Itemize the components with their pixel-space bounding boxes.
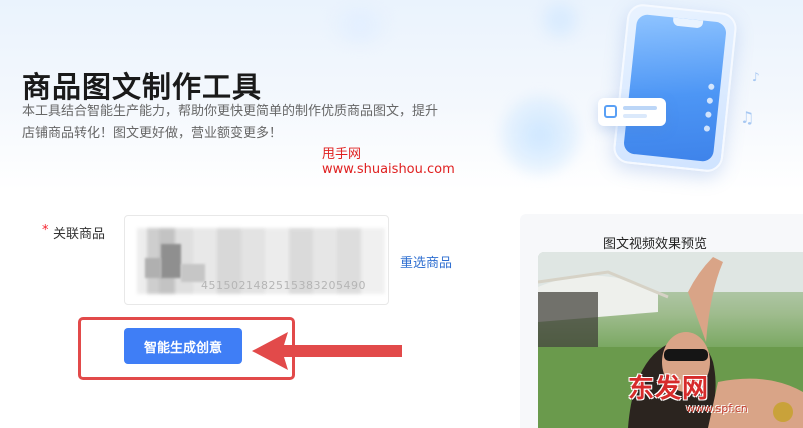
required-mark: * [42,223,49,238]
phone-illustration [611,2,739,174]
floating-product-card [598,98,666,126]
product-id: 4515021482515383205490 [201,279,366,292]
decorative-glow [540,0,580,40]
annotation-arrow-icon [252,332,402,370]
music-note-icon: ♫ [740,108,755,127]
phone-notch [672,17,704,29]
card-line [623,114,647,118]
phone-screen [622,13,728,163]
preview-title: 图文视频效果预览 [603,237,708,252]
decorative-glow [500,95,580,175]
watermark-logo-url: www.spf.cn [686,402,748,415]
watermark-logo: 东发网 [628,374,710,404]
card-line [623,106,657,110]
decorative-glow [330,5,390,45]
shopping-bag-icon [604,105,617,118]
product-thumbnail-block [145,258,161,278]
music-note-icon: ♪ [752,70,760,84]
selected-product-card: 4515021482515383205490 [124,215,389,305]
product-field-label: 关联商品 [53,227,106,242]
heart-icon [708,83,715,91]
product-thumbnail-block [161,244,181,278]
page-description: 本工具结合智能生产能力，帮助你更快更简单的制作优质商品图文，提升店铺商品转化！图… [22,104,439,141]
watermark-name: 甩手网 [322,147,362,162]
star-icon [706,97,714,105]
generate-creative-button[interactable]: 智能生成创意 [124,328,242,364]
reselect-product-link[interactable]: 重选商品 [400,252,452,271]
comment-icon [705,111,712,118]
share-icon [703,125,711,132]
page-title: 商品图文制作工具 [22,70,263,104]
arrow-shape [252,332,402,370]
watermark-url: www.shuaishou.com [322,162,455,177]
